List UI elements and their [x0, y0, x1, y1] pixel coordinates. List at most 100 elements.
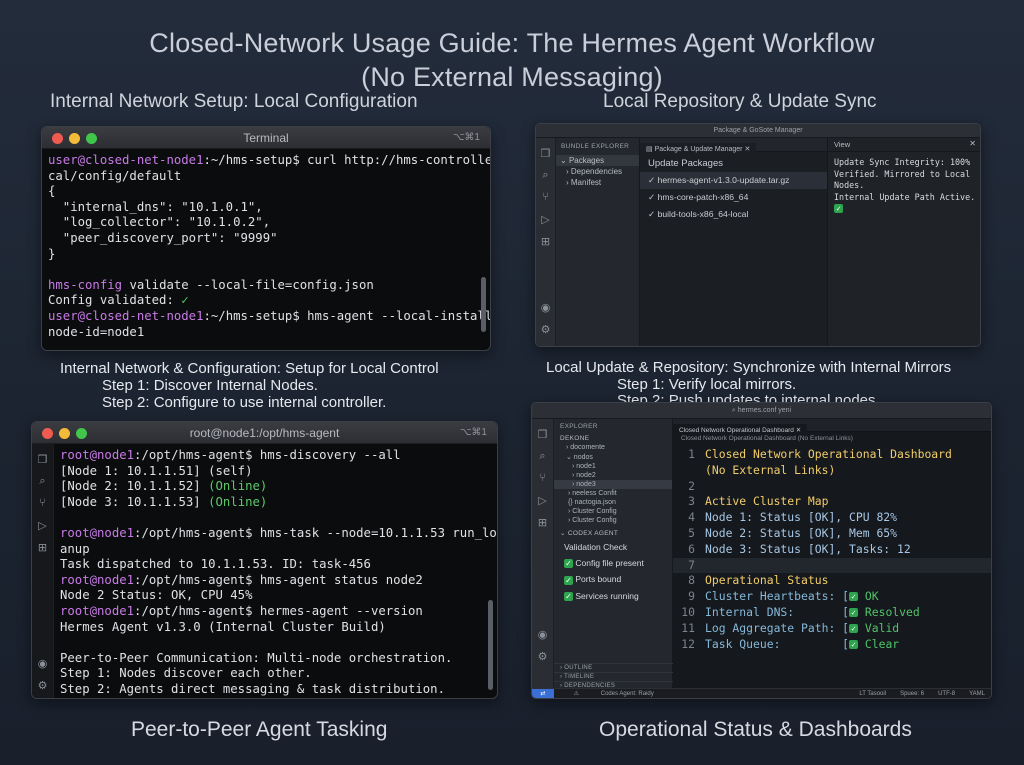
tree-item[interactable]: ⌄ nodos: [554, 452, 672, 462]
terminal-line: Config validated: ✓: [48, 293, 484, 309]
terminal-line: "log_collector": "10.1.0.2",: [48, 215, 484, 231]
check-icon: ✓: [849, 592, 859, 602]
terminal-line: [Node 1: 10.1.1.51] (self): [60, 464, 497, 480]
title-line-2: (No External Messaging): [361, 62, 663, 92]
terminal-window-setup[interactable]: Terminal ⌥⌘1 user@closed-net-node1:~/hms…: [41, 126, 491, 351]
source-control-icon[interactable]: ⑂: [536, 471, 550, 485]
code-text: Node 3: Status [OK], Tasks: 12: [705, 541, 911, 556]
source-control-icon[interactable]: ⑂: [36, 496, 50, 510]
files-icon[interactable]: ❐: [539, 146, 553, 160]
tree-item[interactable]: › docomente: [554, 443, 672, 452]
view-label: View: [834, 140, 851, 149]
outline-section[interactable]: › OUTLINE: [554, 663, 673, 672]
tab-package-manager[interactable]: ▤ Package & Update Manager ✕: [640, 143, 757, 157]
code-line: 7: [673, 557, 991, 574]
terminal-window-agent[interactable]: root@node1:/opt/hms-agent ⌥⌘1 ❐ ⌕ ⑂ ▷ ⊞ …: [31, 421, 498, 699]
code-line: 6 Node 3: Status [OK], Tasks: 12: [673, 541, 991, 558]
status-value: Resolved: [858, 604, 920, 619]
shell-prompt: user@closed-net-node1: [48, 153, 204, 167]
extensions-icon[interactable]: ⊞: [536, 515, 550, 529]
explorer-section[interactable]: DEKONE: [554, 434, 672, 443]
run-icon[interactable]: ▷: [539, 212, 553, 226]
sync-status-text: Update Sync Integrity: 100% Verified. Mi…: [834, 157, 976, 213]
tree-item-packages[interactable]: ⌄ Packages: [556, 155, 639, 166]
search-icon[interactable]: ⌕: [536, 449, 550, 463]
terminal-line: "internal_dns": "10.1.0.1",: [48, 200, 484, 216]
terminal-line: Step 1: Nodes discover each other.: [60, 666, 497, 682]
tree-item[interactable]: {} nactogia.json: [554, 498, 672, 507]
tree-item-dependencies[interactable]: › Dependencies: [556, 166, 639, 177]
scrollbar[interactable]: [488, 600, 493, 690]
account-icon[interactable]: ◉: [36, 656, 50, 670]
account-icon[interactable]: ◉: [539, 300, 553, 314]
files-icon[interactable]: ❐: [36, 452, 50, 466]
output-text: anup: [60, 541, 90, 556]
panel1-step2: Step 2: Configure to use internal contro…: [102, 394, 387, 411]
tree-item[interactable]: › Cluster Config: [554, 507, 672, 516]
window-title: root@node1:/opt/hms-agent: [189, 426, 340, 440]
settings-icon[interactable]: ⚙: [536, 649, 550, 663]
tree-item[interactable]: › Cluster Config: [554, 516, 672, 525]
source-control-icon[interactable]: ⑂: [539, 190, 553, 204]
shell-prompt: root@node1: [60, 525, 135, 540]
terminal-line: "peer_discovery_port": "9999": [48, 231, 484, 247]
line-number: 12: [681, 636, 695, 651]
window-title: Package & GoSote Manager: [536, 124, 980, 138]
close-icon[interactable]: ✕: [969, 139, 976, 148]
settings-icon[interactable]: ⚙: [36, 678, 50, 692]
package-item[interactable]: ✓ build-tools-x86_64-local: [640, 206, 827, 223]
shell-prompt: user@closed-net-node1: [48, 308, 204, 323]
codex-agent-section[interactable]: ⌄ CODEX AGENT: [554, 525, 672, 539]
line-number: 7: [688, 557, 695, 572]
check-icon: ✓: [849, 607, 859, 617]
tree-item[interactable]: › neeless Confit: [554, 489, 672, 498]
extensions-icon[interactable]: ⊞: [36, 540, 50, 554]
panel1-caption: Internal Network & Configuration: Setup …: [60, 360, 439, 377]
output-text: [Node 2: 10.1.1.52]: [60, 479, 209, 494]
panel1-heading: Internal Network Setup: Local Configurat…: [50, 91, 418, 112]
check-icon: ✓: [834, 204, 843, 213]
code-line: 11 Log Aggregate Path: [✓ Valid: [673, 620, 991, 637]
terminal-line: node-id=node1: [48, 325, 484, 341]
run-icon[interactable]: ▷: [36, 518, 50, 532]
ide-titlebar: ⌕ hermes.conf yeni: [532, 403, 991, 419]
terminal-line: user@closed-net-node1:~/hms-setup$ curl …: [48, 153, 490, 169]
code-line: 4 Node 1: Status [OK], CPU 82%: [673, 510, 991, 526]
dashboard-ide-window[interactable]: ⌕ hermes.conf yeni ❐ ⌕ ⑂ ▷ ⊞ ◉ ⚙ EXPLORE…: [531, 402, 992, 699]
run-icon[interactable]: ▷: [536, 493, 550, 507]
tree-item[interactable]: › node3: [554, 480, 672, 489]
line-number: 10: [681, 604, 695, 619]
package-item[interactable]: ✓ hms-core-patch-x86_64: [640, 189, 827, 206]
outline-section[interactable]: › TIMELINE: [554, 672, 673, 681]
shell-command: hms-agent --local-install --: [307, 308, 491, 323]
package-manager-window[interactable]: Package & GoSote Manager ❐ ⌕ ⑂ ▷ ⊞ ◉ ⚙ B…: [535, 123, 981, 347]
bundle-explorer: BUNDLE EXPLORER ⌄ Packages › Dependencie…: [556, 138, 640, 346]
files-icon[interactable]: ❐: [536, 427, 550, 441]
scrollbar[interactable]: [481, 277, 486, 332]
code-text: Closed Network Operational Dashboard: [705, 447, 952, 461]
activity-bar: ❐ ⌕ ⑂ ▷ ⊞ ◉ ⚙: [32, 444, 54, 698]
terminal-line: Task dispatched to 10.1.1.53. ID: task-4…: [60, 557, 497, 573]
output-text: Peer-to-Peer Communication: Multi-node o…: [60, 650, 453, 665]
activity-bar: ❐ ⌕ ⑂ ▷ ⊞ ◉ ⚙: [532, 419, 554, 690]
tree-item[interactable]: › node1: [554, 462, 672, 471]
status-item: Spuee: 6: [900, 691, 925, 697]
settings-icon[interactable]: ⚙: [539, 322, 553, 336]
search-icon[interactable]: ⌕: [36, 474, 50, 488]
code-text: Node 2: Status [OK], Mem 65%: [705, 525, 898, 540]
account-icon[interactable]: ◉: [536, 627, 550, 641]
extensions-icon[interactable]: ⊞: [539, 234, 553, 248]
status-bar: ⇄ ⚠ Codes Agent: Raidy LT Tasooil Spuee: …: [532, 688, 991, 698]
tree-item[interactable]: › node2: [554, 471, 672, 480]
remote-icon[interactable]: ⇄: [532, 689, 554, 698]
package-item[interactable]: ✓ hermes-agent-v1.3.0-update.tar.gz: [640, 172, 827, 189]
shell-command-name: hms-config: [48, 277, 123, 292]
panel4-caption: Operational Status & Dashboards: [599, 718, 912, 741]
tree-item-manifest[interactable]: › Manifest: [556, 177, 639, 188]
shell-cwd: :~/hms-setup$: [203, 153, 308, 167]
status-item: LT Tasooil: [859, 691, 887, 697]
line-number: 11: [681, 620, 695, 635]
status-value: Valid: [858, 620, 900, 635]
search-icon[interactable]: ⌕: [539, 168, 553, 182]
